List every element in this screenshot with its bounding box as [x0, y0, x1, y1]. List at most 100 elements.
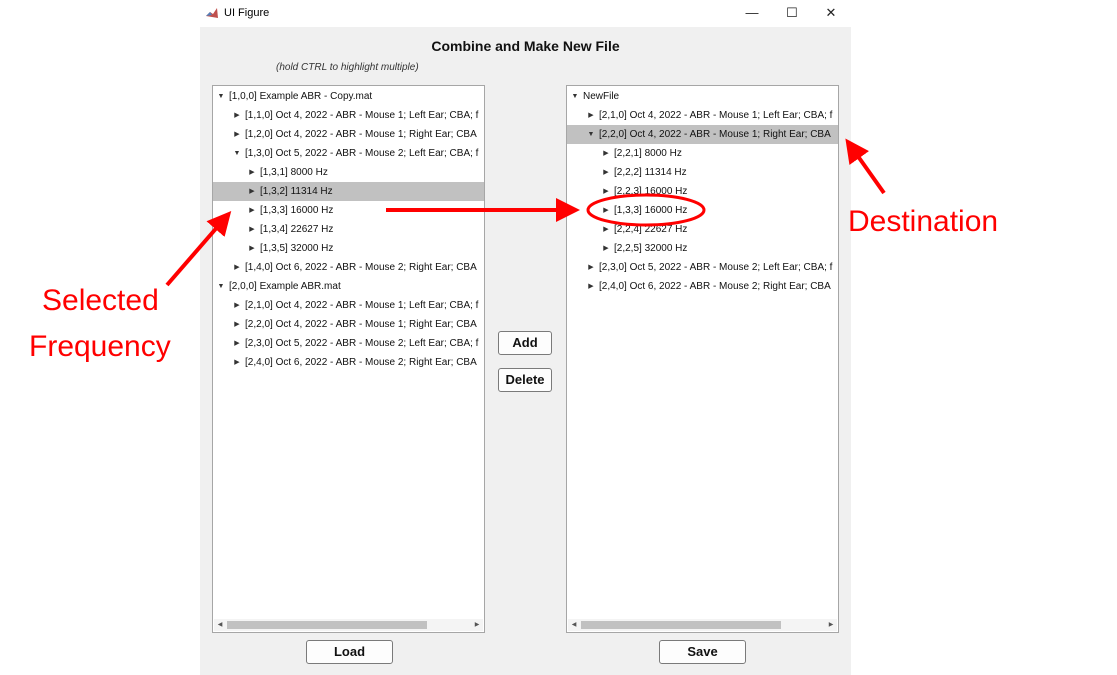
tree-node-label: NewFile [583, 91, 620, 102]
right-tree-node[interactable]: ▶ [2,4,0] Oct 6, 2022 - ABR - Mouse 2; Ri… [567, 277, 838, 296]
tree-node-label: [1,0,0] Example ABR - Copy.mat [229, 91, 373, 102]
collapsed-caret-icon[interactable]: ▶ [601, 220, 611, 239]
right-tree-node[interactable]: ▶ [2,2,1] 8000 Hz [567, 144, 838, 163]
tree-node-label: [1,3,5] 32000 Hz [260, 243, 334, 254]
left-tree-node[interactable]: ▶ [1,3,1] 8000 Hz [213, 163, 484, 182]
expanded-caret-icon[interactable]: ▼ [216, 277, 226, 296]
tree-node-label: [2,3,0] Oct 5, 2022 - ABR - Mouse 2; Lef… [599, 262, 833, 273]
right-tree-node[interactable]: ▼ NewFile [567, 87, 838, 106]
ui-figure-window: UI Figure — ☐ ✕ Combine and Make New Fil… [200, 0, 851, 675]
collapsed-caret-icon[interactable]: ▶ [232, 258, 242, 277]
window-title: UI Figure [224, 7, 270, 19]
right-tree-node[interactable]: ▶ [2,3,0] Oct 5, 2022 - ABR - Mouse 2; Le… [567, 258, 838, 277]
expanded-caret-icon[interactable]: ▼ [232, 144, 242, 163]
tree-node-label: [2,2,3] 16000 Hz [614, 186, 688, 197]
left-tree-node[interactable]: ▼ [1,3,0] Oct 5, 2022 - ABR - Mouse 2; Le… [213, 144, 484, 163]
collapsed-caret-icon[interactable]: ▶ [601, 239, 611, 258]
scroll-right-icon[interactable]: ▶ [471, 619, 483, 631]
scroll-right-icon[interactable]: ▶ [825, 619, 837, 631]
left-tree-node[interactable]: ▶ [1,3,5] 32000 Hz [213, 239, 484, 258]
left-tree-node[interactable]: ▶ [2,2,0] Oct 4, 2022 - ABR - Mouse 1; Ri… [213, 315, 484, 334]
left-tree-node[interactable]: ▶ [2,3,0] Oct 5, 2022 - ABR - Mouse 2; Le… [213, 334, 484, 353]
tree-node-label: [1,3,3] 16000 Hz [614, 205, 688, 216]
save-button[interactable]: Save [659, 640, 746, 664]
tree-node-label: [2,0,0] Example ABR.mat [229, 281, 341, 292]
collapsed-caret-icon[interactable]: ▶ [232, 353, 242, 372]
tree-node-label: [2,2,5] 32000 Hz [614, 243, 688, 254]
left-tree-node[interactable]: ▶ [1,1,0] Oct 4, 2022 - ABR - Mouse 1; Le… [213, 106, 484, 125]
tree-node-label: [1,3,3] 16000 Hz [260, 205, 334, 216]
left-tree-node[interactable]: ▶ [1,3,3] 16000 Hz [213, 201, 484, 220]
collapsed-caret-icon[interactable]: ▶ [586, 258, 596, 277]
tree-node-label: [2,2,1] 8000 Hz [614, 148, 682, 159]
title-bar: UI Figure — ☐ ✕ [200, 0, 851, 27]
horizontal-scrollbar[interactable]: ◀ ▶ [568, 619, 837, 631]
source-tree[interactable]: ▶ [2,4,0] Oct 6, 2022 - ABR - Mouse 2; Ri… [212, 85, 485, 633]
annotation-frequency: Frequency [29, 330, 171, 363]
tree-node-label: [2,2,4] 22627 Hz [614, 224, 688, 235]
left-tree-node[interactable]: ▶ [1,2,0] Oct 4, 2022 - ABR - Mouse 1; Ri… [213, 125, 484, 144]
pointer-arrow-destination [845, 138, 886, 195]
add-button[interactable]: Add [498, 331, 552, 355]
right-tree-node[interactable]: ▶ [2,2,5] 32000 Hz [567, 239, 838, 258]
collapsed-caret-icon[interactable]: ▶ [247, 182, 257, 201]
tree-node-label: [2,2,0] Oct 4, 2022 - ABR - Mouse 1; Rig… [599, 129, 831, 140]
tree-node-label: [1,1,0] Oct 4, 2022 - ABR - Mouse 1; Lef… [245, 110, 479, 121]
scrollbar-thumb[interactable] [227, 621, 427, 629]
tree-node-label: [2,1,0] Oct 4, 2022 - ABR - Mouse 1; Lef… [599, 110, 833, 121]
collapsed-caret-icon[interactable]: ▶ [247, 163, 257, 182]
right-tree-node[interactable]: ▶ [2,2,3] 16000 Hz [567, 182, 838, 201]
collapsed-caret-icon[interactable]: ▶ [232, 334, 242, 353]
right-tree-node[interactable]: ▶ [2,2,2] 11314 Hz [567, 163, 838, 182]
collapsed-caret-icon[interactable]: ▶ [247, 239, 257, 258]
tree-node-label: [1,3,2] 11314 Hz [260, 186, 333, 197]
destination-tree[interactable]: ▶ [2,4,0] Oct 6, 2022 - ABR - Mouse 2; Ri… [566, 85, 839, 633]
tree-node-label: [2,1,0] Oct 4, 2022 - ABR - Mouse 1; Lef… [245, 300, 479, 311]
left-tree-node[interactable]: ▶ [1,3,4] 22627 Hz [213, 220, 484, 239]
collapsed-caret-icon[interactable]: ▶ [601, 144, 611, 163]
collapsed-caret-icon[interactable]: ▶ [232, 296, 242, 315]
right-tree-node[interactable]: ▶ [2,1,0] Oct 4, 2022 - ABR - Mouse 1; Le… [567, 106, 838, 125]
tree-node-label: [2,4,0] Oct 6, 2022 - ABR - Mouse 2; Rig… [245, 357, 477, 368]
maximize-button[interactable]: ☐ [782, 4, 802, 22]
minimize-button[interactable]: — [742, 4, 762, 22]
collapsed-caret-icon[interactable]: ▶ [601, 182, 611, 201]
scrollbar-thumb[interactable] [581, 621, 781, 629]
close-button[interactable]: ✕ [821, 4, 841, 22]
collapsed-caret-icon[interactable]: ▶ [232, 106, 242, 125]
left-tree-node[interactable]: ▶ [1,3,2] 11314 Hz [213, 182, 484, 201]
collapsed-caret-icon[interactable]: ▶ [247, 220, 257, 239]
matlab-icon [205, 6, 219, 20]
expanded-caret-icon[interactable]: ▼ [570, 87, 580, 106]
right-tree-node[interactable]: ▼ [2,2,0] Oct 4, 2022 - ABR - Mouse 1; Ri… [567, 125, 838, 144]
left-tree-node[interactable]: ▼ [2,0,0] Example ABR.mat [213, 277, 484, 296]
tree-node-label: [1,2,0] Oct 4, 2022 - ABR - Mouse 1; Rig… [245, 129, 477, 140]
collapsed-caret-icon[interactable]: ▶ [601, 163, 611, 182]
scroll-left-icon[interactable]: ◀ [568, 619, 580, 631]
right-tree-node[interactable]: ▶ [1,3,3] 16000 Hz [567, 201, 838, 220]
expanded-caret-icon[interactable]: ▼ [216, 87, 226, 106]
left-tree-node[interactable]: ▼ [1,0,0] Example ABR - Copy.mat [213, 87, 484, 106]
left-tree-node[interactable]: ▶ [2,4,0] Oct 6, 2022 - ABR - Mouse 2; Ri… [213, 353, 484, 372]
scroll-left-icon[interactable]: ◀ [214, 619, 226, 631]
left-tree-node[interactable]: ▶ [1,4,0] Oct 6, 2022 - ABR - Mouse 2; Ri… [213, 258, 484, 277]
hint-text: (hold CTRL to highlight multiple) [276, 62, 419, 73]
tree-node-label: [2,3,0] Oct 5, 2022 - ABR - Mouse 2; Lef… [245, 338, 479, 349]
delete-button[interactable]: Delete [498, 368, 552, 392]
right-tree-node[interactable]: ▶ [2,2,4] 22627 Hz [567, 220, 838, 239]
tree-node-label: [1,3,0] Oct 5, 2022 - ABR - Mouse 2; Lef… [245, 148, 479, 159]
collapsed-caret-icon[interactable]: ▶ [247, 201, 257, 220]
page-title: Combine and Make New File [431, 38, 620, 54]
load-button[interactable]: Load [306, 640, 393, 664]
collapsed-caret-icon[interactable]: ▶ [601, 201, 611, 220]
expanded-caret-icon[interactable]: ▼ [586, 125, 596, 144]
collapsed-caret-icon[interactable]: ▶ [232, 125, 242, 144]
left-tree-node[interactable]: ▶ [2,1,0] Oct 4, 2022 - ABR - Mouse 1; Le… [213, 296, 484, 315]
annotation-destination: Destination [848, 205, 999, 238]
collapsed-caret-icon[interactable]: ▶ [586, 277, 596, 296]
collapsed-caret-icon[interactable]: ▶ [232, 315, 242, 334]
tree-node-label: [2,4,0] Oct 6, 2022 - ABR - Mouse 2; Rig… [599, 281, 831, 292]
tree-node-label: [1,3,1] 8000 Hz [260, 167, 328, 178]
collapsed-caret-icon[interactable]: ▶ [586, 106, 596, 125]
horizontal-scrollbar[interactable]: ◀ ▶ [214, 619, 483, 631]
